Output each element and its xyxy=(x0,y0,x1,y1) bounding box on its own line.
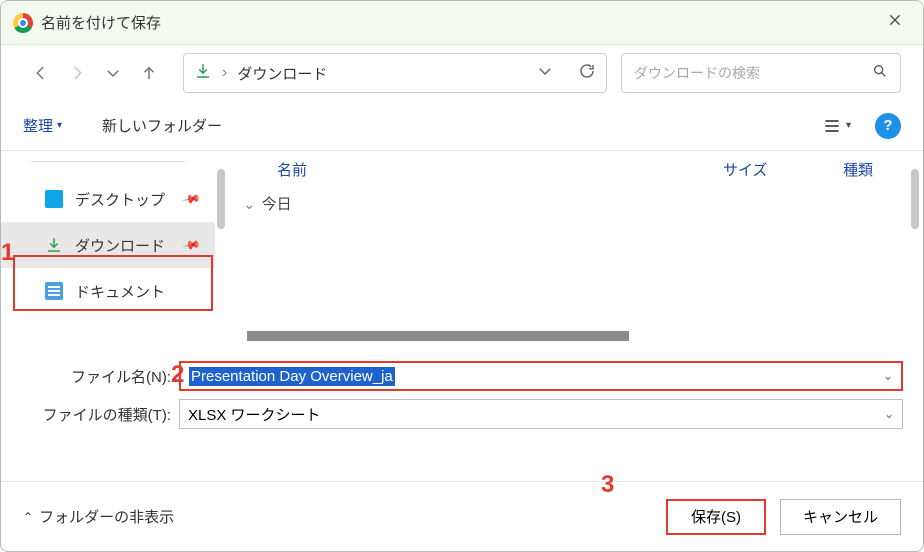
toolbar: 整理 ▾ 新しいフォルダー ▾ ? xyxy=(1,101,923,151)
file-pane: 名前 サイズ 種類 ⌄ 今日 xyxy=(215,151,923,347)
filetype-label: ファイルの種類(T): xyxy=(41,404,179,425)
save-button[interactable]: 保存(S) xyxy=(666,499,766,535)
caret-down-icon: ▾ xyxy=(57,120,62,131)
filetype-row: ファイルの種類(T): XLSX ワークシート ⌄ xyxy=(41,395,903,433)
chevron-right-icon: › xyxy=(222,64,227,82)
window-title: 名前を付けて保存 xyxy=(41,12,161,33)
breadcrumb-folder[interactable]: ダウンロード xyxy=(237,63,327,84)
sidebar-item-label: ドキュメント xyxy=(75,281,165,302)
search-icon[interactable] xyxy=(872,63,888,84)
cancel-button[interactable]: キャンセル xyxy=(780,499,901,535)
address-dropdown[interactable] xyxy=(536,62,554,85)
pin-icon: 📌 xyxy=(181,235,201,255)
nav-row: › ダウンロード xyxy=(1,45,923,101)
column-headers: 名前 サイズ 種類 xyxy=(243,151,923,187)
hide-folders-toggle[interactable]: ⌃ フォルダーの非表示 xyxy=(23,506,174,527)
filename-combobox[interactable]: Presentation Day Overview_ja ⌄ xyxy=(179,361,903,391)
up-button[interactable] xyxy=(131,55,167,91)
chevron-down-icon[interactable]: ⌄ xyxy=(884,407,894,421)
dialog-body: デスクトップ 📌 ダウンロード 📌 ドキュメント 名前 サイズ 種類 xyxy=(1,151,923,347)
footer: ⌃ フォルダーの非表示 保存(S) キャンセル xyxy=(1,481,923,551)
sidebar-item-desktop[interactable]: デスクトップ 📌 xyxy=(1,176,215,222)
filename-label: ファイル名(N): xyxy=(41,366,179,387)
refresh-button[interactable] xyxy=(578,62,596,85)
caret-down-icon: ▾ xyxy=(846,120,851,131)
filetype-combobox[interactable]: XLSX ワークシート ⌄ xyxy=(179,399,903,429)
chrome-icon xyxy=(13,13,33,33)
pin-icon: 📌 xyxy=(181,189,201,209)
desktop-icon xyxy=(45,190,63,208)
view-menu[interactable]: ▾ xyxy=(822,116,851,136)
group-label: 今日 xyxy=(262,193,292,214)
download-icon xyxy=(194,62,212,85)
chevron-down-icon[interactable]: ⌄ xyxy=(883,369,893,383)
download-icon xyxy=(45,236,63,254)
help-button[interactable]: ? xyxy=(875,113,901,139)
filetype-value: XLSX ワークシート xyxy=(188,404,321,425)
close-button[interactable] xyxy=(879,7,911,38)
hide-folders-label: フォルダーの非表示 xyxy=(39,506,174,527)
column-name[interactable]: 名前 xyxy=(243,159,723,180)
search-box[interactable] xyxy=(621,53,901,93)
back-button[interactable] xyxy=(23,55,59,91)
chevron-down-icon: ⌄ xyxy=(243,195,256,213)
new-folder-button[interactable]: 新しいフォルダー xyxy=(102,115,222,136)
address-bar[interactable]: › ダウンロード xyxy=(183,53,607,93)
column-size[interactable]: サイズ xyxy=(723,159,843,180)
filepane-scrollbar-horizontal[interactable] xyxy=(247,331,905,341)
forward-button[interactable] xyxy=(59,55,95,91)
filename-row: ファイル名(N): Presentation Day Overview_ja ⌄ xyxy=(41,357,903,395)
sidebar-item-label: デスクトップ xyxy=(75,189,165,210)
sidebar-item-documents[interactable]: ドキュメント xyxy=(1,268,215,314)
organize-label: 整理 xyxy=(23,115,53,136)
sidebar-item-downloads[interactable]: ダウンロード 📌 xyxy=(1,222,215,268)
filename-value: Presentation Day Overview_ja xyxy=(189,367,395,386)
save-as-dialog: 名前を付けて保存 › ダウンロード 整 xyxy=(0,0,924,552)
search-input[interactable] xyxy=(634,65,872,81)
fields: ファイル名(N): Presentation Day Overview_ja ⌄… xyxy=(1,347,923,433)
sidebar-item-label: ダウンロード xyxy=(75,235,165,256)
sidebar: デスクトップ 📌 ダウンロード 📌 ドキュメント xyxy=(1,151,215,347)
group-today[interactable]: ⌄ 今日 xyxy=(243,193,923,214)
chevron-up-icon: ⌃ xyxy=(23,510,33,524)
document-icon xyxy=(45,282,63,300)
recent-dropdown[interactable] xyxy=(95,55,131,91)
titlebar: 名前を付けて保存 xyxy=(1,1,923,45)
organize-menu[interactable]: 整理 ▾ xyxy=(23,115,62,136)
filepane-scrollbar-vertical[interactable] xyxy=(911,169,919,229)
